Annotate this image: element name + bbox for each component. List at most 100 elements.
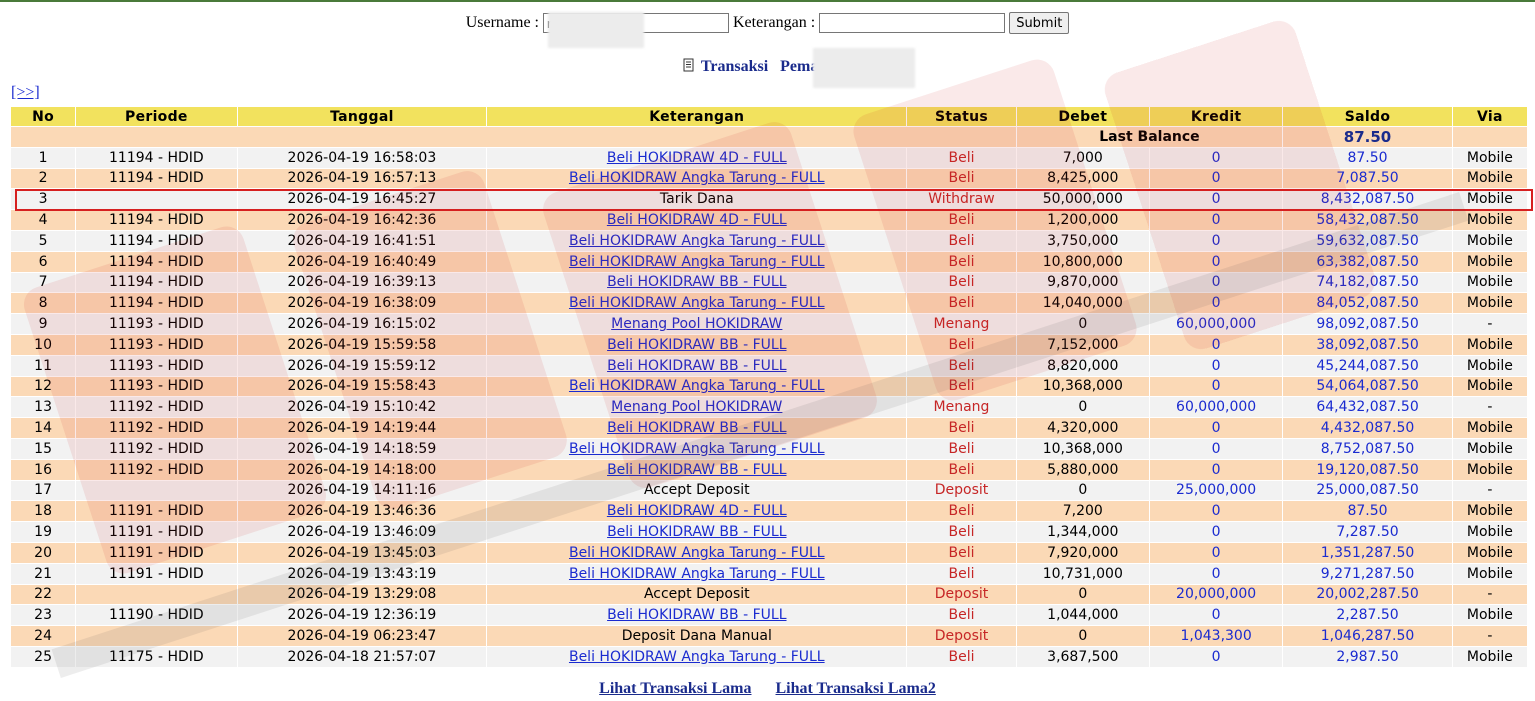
cell-via: Mobile bbox=[1452, 293, 1527, 314]
cell-via: - bbox=[1452, 314, 1527, 334]
transaction-link[interactable]: Beli HOKIDRAW Angka Tarung - FULL bbox=[569, 233, 825, 249]
table-header-row: No Periode Tanggal Keterangan Status Debet Kre… bbox=[11, 107, 1527, 126]
transaction-link[interactable]: Beli HOKIDRAW Angka Tarung - FULL bbox=[569, 649, 825, 665]
cell-debet: 4,320,000 bbox=[1016, 418, 1149, 438]
cell-debet: 50,000,000 bbox=[1016, 189, 1149, 210]
table-row: 15 11192 - HDID 2026-04-19 14:18:59 Beli HO… bbox=[11, 438, 1527, 459]
cell-no: 6 bbox=[11, 251, 76, 272]
next-page-link[interactable]: [>>] bbox=[11, 84, 40, 102]
cell-no: 14 bbox=[11, 418, 76, 438]
cell-ket: Menang Pool HOKIDRAW bbox=[487, 397, 907, 418]
old-transactions-link-2[interactable]: Lihat Transaksi Lama2 bbox=[776, 680, 936, 697]
transaction-link[interactable]: Beli HOKIDRAW BB - FULL bbox=[607, 607, 786, 623]
cell-saldo: 1,351,287.50 bbox=[1283, 542, 1452, 563]
transaction-link[interactable]: Beli HOKIDRAW Angka Tarung - FULL bbox=[569, 295, 825, 311]
cell-ket: Beli HOKIDRAW Angka Tarung - FULL bbox=[487, 542, 907, 563]
table-row: 2 11194 - HDID 2026-04-19 16:57:13 Beli HOK… bbox=[11, 168, 1527, 189]
transaction-link[interactable]: Menang Pool HOKIDRAW bbox=[611, 399, 782, 415]
transaction-link[interactable]: Beli HOKIDRAW Angka Tarung - FULL bbox=[569, 545, 825, 561]
cell-kredit: 0 bbox=[1149, 334, 1283, 355]
transaction-link[interactable]: Menang Pool HOKIDRAW bbox=[611, 316, 782, 332]
table-row: 3 2026-04-19 16:45:27 Tarik Dana Withdraw 50… bbox=[11, 189, 1527, 210]
transaction-link[interactable]: Beli HOKIDRAW BB - FULL bbox=[607, 337, 786, 353]
cell-periode: 11193 - HDID bbox=[76, 355, 237, 376]
cell-saldo: 38,092,087.50 bbox=[1283, 334, 1452, 355]
cell-ket: Beli HOKIDRAW Angka Tarung - FULL bbox=[487, 438, 907, 459]
cell-no: 8 bbox=[11, 293, 76, 314]
transaction-link[interactable]: Beli HOKIDRAW Angka Tarung - FULL bbox=[569, 170, 825, 186]
transaction-link[interactable]: Beli HOKIDRAW 4D - FULL bbox=[607, 212, 787, 228]
cell-kredit: 0 bbox=[1149, 605, 1283, 626]
cell-ket: Beli HOKIDRAW Angka Tarung - FULL bbox=[487, 563, 907, 584]
cell-no: 22 bbox=[11, 584, 76, 605]
cell-tanggal: 2026-04-19 16:58:03 bbox=[237, 147, 487, 168]
cell-tanggal: 2026-04-19 16:39:13 bbox=[237, 272, 487, 293]
cell-kredit: 25,000,000 bbox=[1149, 480, 1283, 501]
transaction-link[interactable]: Beli HOKIDRAW Angka Tarung - FULL bbox=[569, 378, 825, 394]
cell-via: Mobile bbox=[1452, 376, 1527, 397]
transaction-link[interactable]: Beli HOKIDRAW BB - FULL bbox=[607, 358, 786, 374]
transaction-desc: Accept Deposit bbox=[643, 586, 750, 603]
cell-debet: 1,200,000 bbox=[1016, 210, 1149, 230]
table-row: 11 11193 - HDID 2026-04-19 15:59:12 Beli HO… bbox=[11, 355, 1527, 376]
header-periode: Periode bbox=[76, 107, 237, 126]
cell-saldo: 64,432,087.50 bbox=[1283, 397, 1452, 418]
cell-kredit: 0 bbox=[1149, 293, 1283, 314]
transaction-link[interactable]: Beli HOKIDRAW 4D - FULL bbox=[607, 150, 787, 166]
transaction-link[interactable]: Beli HOKIDRAW Angka Tarung - FULL bbox=[569, 254, 825, 270]
old-transactions-link[interactable]: Lihat Transaksi Lama bbox=[599, 680, 751, 697]
redaction-blur bbox=[548, 12, 644, 48]
cell-kredit: 0 bbox=[1149, 459, 1283, 480]
cell-tanggal: 2026-04-19 16:42:36 bbox=[237, 210, 487, 230]
transaction-link[interactable]: Beli HOKIDRAW BB - FULL bbox=[607, 420, 786, 436]
table-row: 25 11175 - HDID 2026-04-18 21:57:07 Beli HO… bbox=[11, 646, 1527, 667]
cell-saldo: 87.50 bbox=[1283, 147, 1452, 168]
cell-status: Beli bbox=[907, 147, 1016, 168]
transaction-link[interactable]: Beli HOKIDRAW Angka Tarung - FULL bbox=[569, 566, 825, 582]
cell-debet: 0 bbox=[1016, 584, 1149, 605]
cell-debet: 10,800,000 bbox=[1016, 251, 1149, 272]
balance-via-empty bbox=[1452, 127, 1527, 147]
cell-periode: 11194 - HDID bbox=[76, 147, 237, 168]
transaction-link[interactable]: Beli HOKIDRAW BB - FULL bbox=[607, 462, 786, 478]
cell-no: 13 bbox=[11, 397, 76, 418]
cell-saldo: 84,052,087.50 bbox=[1283, 293, 1452, 314]
last-balance-label: Last Balance bbox=[1016, 127, 1283, 147]
cell-saldo: 74,182,087.50 bbox=[1283, 272, 1452, 293]
transaction-link[interactable]: Beli HOKIDRAW BB - FULL bbox=[607, 524, 786, 540]
cell-saldo: 2,287.50 bbox=[1283, 605, 1452, 626]
cell-ket: Beli HOKIDRAW BB - FULL bbox=[487, 355, 907, 376]
cell-ket: Beli HOKIDRAW Angka Tarung - FULL bbox=[487, 168, 907, 189]
table-row: 8 11194 - HDID 2026-04-19 16:38:09 Beli HOK… bbox=[11, 293, 1527, 314]
cell-via: - bbox=[1452, 397, 1527, 418]
cell-ket: Beli HOKIDRAW BB - FULL bbox=[487, 459, 907, 480]
cell-tanggal: 2026-04-19 14:11:16 bbox=[237, 480, 487, 501]
header-saldo: Saldo bbox=[1283, 107, 1452, 126]
cell-via: - bbox=[1452, 480, 1527, 501]
cell-ket: Beli HOKIDRAW BB - FULL bbox=[487, 334, 907, 355]
cell-periode: 11191 - HDID bbox=[76, 563, 237, 584]
cell-periode: 11190 - HDID bbox=[76, 605, 237, 626]
cell-debet: 1,044,000 bbox=[1016, 605, 1149, 626]
cell-tanggal: 2026-04-19 13:43:19 bbox=[237, 563, 487, 584]
cell-status: Beli bbox=[907, 230, 1016, 251]
transaction-link[interactable]: Beli HOKIDRAW 4D - FULL bbox=[607, 503, 787, 519]
keterangan-input[interactable] bbox=[819, 13, 1006, 33]
redaction-blur-player bbox=[813, 48, 915, 88]
cell-ket: Accept Deposit bbox=[487, 480, 907, 501]
header-status: Status bbox=[907, 107, 1016, 126]
cell-periode: 11193 - HDID bbox=[76, 314, 237, 334]
cell-tanggal: 2026-04-19 15:59:58 bbox=[237, 334, 487, 355]
cell-kredit: 0 bbox=[1149, 542, 1283, 563]
submit-button[interactable]: Submit bbox=[1009, 12, 1070, 34]
cell-periode: 11194 - HDID bbox=[76, 272, 237, 293]
transaction-link[interactable]: Beli HOKIDRAW Angka Tarung - FULL bbox=[569, 441, 825, 457]
cell-status: Beli bbox=[907, 646, 1016, 667]
cell-kredit: 0 bbox=[1149, 147, 1283, 168]
transaction-link[interactable]: Beli HOKIDRAW BB - FULL bbox=[607, 274, 786, 290]
cell-periode: 11191 - HDID bbox=[76, 542, 237, 563]
last-balance-value: 87.50 bbox=[1283, 127, 1452, 147]
footer-links: Lihat Transaksi Lama Lihat Transaksi Lam… bbox=[0, 680, 1535, 698]
transaction-table: No Periode Tanggal Keterangan Status Debet Kre… bbox=[10, 106, 1528, 668]
cell-periode bbox=[76, 626, 237, 646]
